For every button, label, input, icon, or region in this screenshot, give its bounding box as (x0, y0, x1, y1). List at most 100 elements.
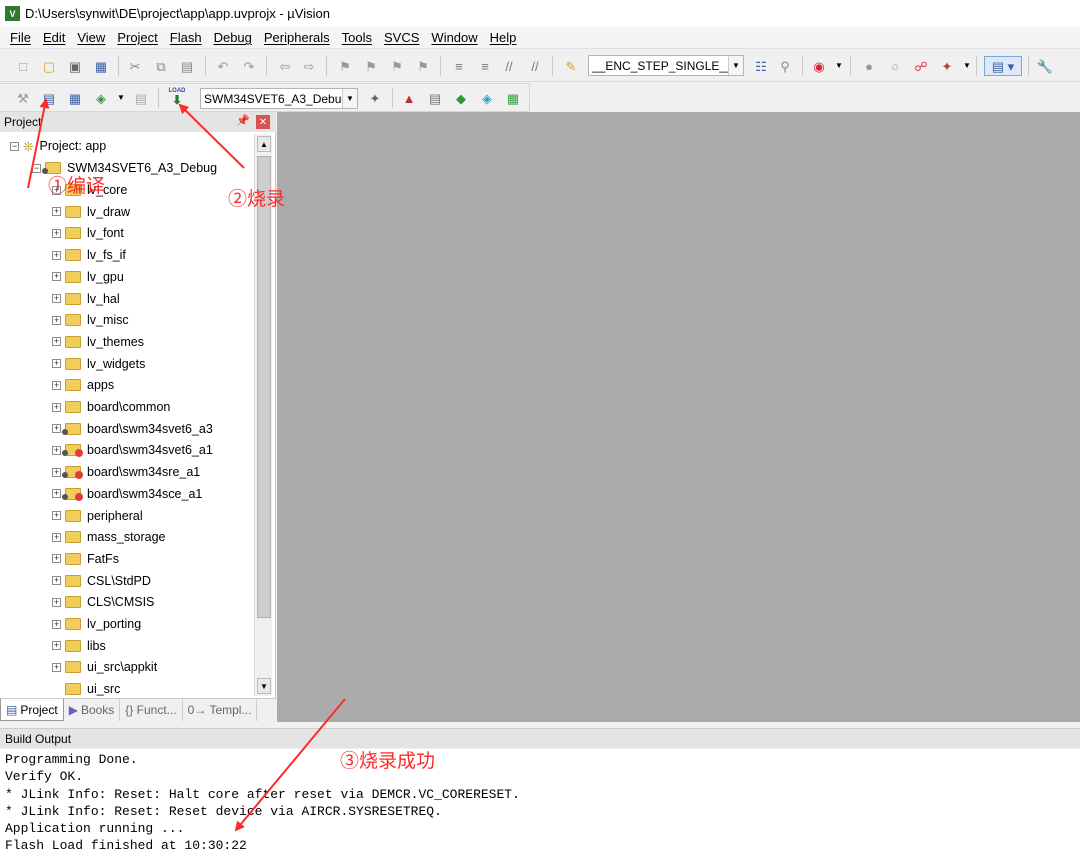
undo-icon[interactable]: ↶ (214, 57, 232, 75)
redo-icon[interactable]: ↷ (240, 57, 258, 75)
expand-icon[interactable]: + (52, 228, 61, 238)
tree-group[interactable]: + mass_storage (52, 527, 166, 547)
save-icon[interactable]: ▣ (66, 57, 84, 75)
indent-icon[interactable]: ≡ (450, 57, 468, 75)
menu-edit[interactable]: Edit (37, 30, 71, 45)
expand-icon[interactable]: + (52, 445, 61, 455)
tree-group[interactable]: + apps (52, 375, 114, 395)
cut-icon[interactable]: ✂ (126, 57, 144, 75)
breakpoint-kill-all-icon[interactable]: ✦ (938, 57, 956, 75)
chevron-down-icon[interactable]: ▼ (342, 89, 357, 108)
expand-icon[interactable]: + (52, 489, 61, 499)
expand-icon[interactable]: + (52, 250, 61, 260)
copy-icon[interactable]: ⧉ (152, 57, 170, 75)
new-file-icon[interactable]: □ (14, 57, 32, 75)
find-combo[interactable]: __ENC_STEP_SINGLE__ ▼ (588, 55, 744, 76)
build-output-pane[interactable]: Programming Done. Verify OK. * JLink Inf… (0, 749, 1080, 862)
breakpoint-disable-all-icon[interactable]: ☍ (912, 57, 930, 75)
bookmark-prev-icon[interactable]: ⚑ (362, 57, 380, 75)
tree-group[interactable]: + peripheral (52, 506, 143, 526)
tree-group[interactable]: + board\swm34sre_a1 (52, 462, 200, 482)
tree-group[interactable]: + lv_porting (52, 614, 141, 634)
expand-icon[interactable]: + (52, 619, 61, 629)
expand-icon[interactable]: + (52, 272, 61, 282)
options-for-target-icon[interactable]: ✦ (366, 89, 384, 107)
expand-icon[interactable]: + (52, 554, 61, 564)
build-icon[interactable]: ▤ (40, 89, 58, 107)
tree-group[interactable]: + FatFs (52, 549, 119, 569)
manage-multi-project-icon[interactable]: ▤ (426, 89, 444, 107)
menu-peripherals[interactable]: Peripherals (258, 30, 336, 45)
scroll-down-icon[interactable]: ▼ (257, 678, 271, 694)
scroll-up-icon[interactable]: ▲ (257, 136, 271, 152)
stop-build-icon[interactable]: ▤ (132, 89, 150, 107)
find-in-files-icon[interactable]: ✎ (562, 57, 580, 75)
pack-installer-icon[interactable]: ▦ (504, 89, 522, 107)
unindent-icon[interactable]: ≡ (476, 57, 494, 75)
breakpoint-insert-icon[interactable]: ● (860, 57, 878, 75)
tree-group[interactable]: + CSL\StdPD (52, 571, 151, 591)
rebuild-icon[interactable]: ▦ (66, 89, 84, 107)
menu-view[interactable]: View (71, 30, 111, 45)
bookmark-clear-icon[interactable]: ⚑ (414, 57, 432, 75)
open-folder-icon[interactable]: ▢ (40, 57, 58, 75)
select-software-packs-icon[interactable]: ◈ (478, 89, 496, 107)
expand-icon[interactable]: + (52, 315, 61, 325)
expand-icon[interactable]: + (52, 294, 61, 303)
tree-group[interactable]: + lv_gpu (52, 267, 124, 287)
scroll-thumb[interactable] (257, 156, 271, 618)
expand-icon[interactable]: + (52, 511, 61, 520)
menu-debug[interactable]: Debug (208, 30, 258, 45)
collapse-icon[interactable]: − (10, 141, 19, 151)
nav-forward-icon[interactable]: ⇨ (300, 57, 318, 75)
editor-area[interactable] (277, 112, 1080, 722)
manage-project-items-icon[interactable]: ▲ (400, 89, 418, 107)
expand-icon[interactable]: + (52, 424, 61, 434)
target-select[interactable]: SWM34SVET6_A3_Debug ▼ (200, 88, 358, 109)
menu-window[interactable]: Window (425, 30, 483, 45)
tree-group[interactable]: + lv_font (52, 223, 124, 243)
bookmark-next-icon[interactable]: ⚑ (388, 57, 406, 75)
tree-group[interactable]: + board\swm34svet6_a1 (52, 440, 213, 460)
pin-icon[interactable]: 📌 (236, 114, 250, 127)
comment-icon[interactable]: // (500, 57, 518, 75)
tree-group[interactable]: + lv_widgets (52, 354, 145, 374)
tab-books[interactable]: ▶ Books (64, 699, 121, 721)
tree-root[interactable]: − ❊ Project: app (10, 136, 106, 156)
menu-help[interactable]: Help (484, 30, 523, 45)
expand-icon[interactable]: + (52, 207, 61, 217)
menu-flash[interactable]: Flash (164, 30, 208, 45)
breakpoint-enable-icon[interactable]: ○ (886, 57, 904, 75)
configure-wrench-icon[interactable]: 🔧 (1036, 57, 1054, 75)
tree-group[interactable]: + lv_misc (52, 310, 129, 330)
tab-templates[interactable]: 0→ Templ... (183, 699, 258, 721)
chevron-down-icon[interactable]: ▼ (728, 56, 743, 75)
tab-functions[interactable]: {} Funct... (120, 699, 183, 721)
nav-back-icon[interactable]: ⇦ (276, 57, 294, 75)
expand-icon[interactable]: + (52, 380, 61, 390)
expand-icon[interactable]: + (52, 402, 61, 412)
batch-build-icon[interactable]: ◈ (92, 89, 110, 107)
tree-group[interactable]: + lv_hal (52, 289, 120, 309)
paste-icon[interactable]: ▤ (178, 57, 196, 75)
tree-group[interactable]: + libs (52, 636, 106, 656)
tree-group[interactable]: +ui_src (52, 679, 120, 696)
close-icon[interactable]: ✕ (256, 115, 270, 129)
uncomment-icon[interactable]: // (526, 57, 544, 75)
tree-group[interactable]: + board\common (52, 397, 170, 417)
translate-icon[interactable]: ⚒ (14, 89, 32, 107)
menu-svcs[interactable]: SVCS (378, 30, 425, 45)
window-layout-button[interactable]: ▤ ▾ (984, 56, 1022, 76)
menu-file[interactable]: File (4, 30, 37, 45)
chevron-down-icon[interactable]: ▼ (830, 57, 848, 75)
menu-project[interactable]: Project (111, 30, 163, 45)
expand-icon[interactable]: + (52, 467, 61, 477)
incremental-find-icon[interactable]: ☷ (752, 57, 770, 75)
tree-scrollbar[interactable]: ▲ ▼ (254, 134, 272, 696)
manage-runtime-env-icon[interactable]: ◆ (452, 89, 470, 107)
collapse-icon[interactable]: − (32, 163, 41, 173)
chevron-down-icon[interactable]: ▼ (958, 57, 976, 75)
bookmark-toggle-icon[interactable]: ⚑ (336, 57, 354, 75)
expand-icon[interactable]: + (52, 359, 61, 369)
expand-icon[interactable]: + (52, 597, 61, 607)
